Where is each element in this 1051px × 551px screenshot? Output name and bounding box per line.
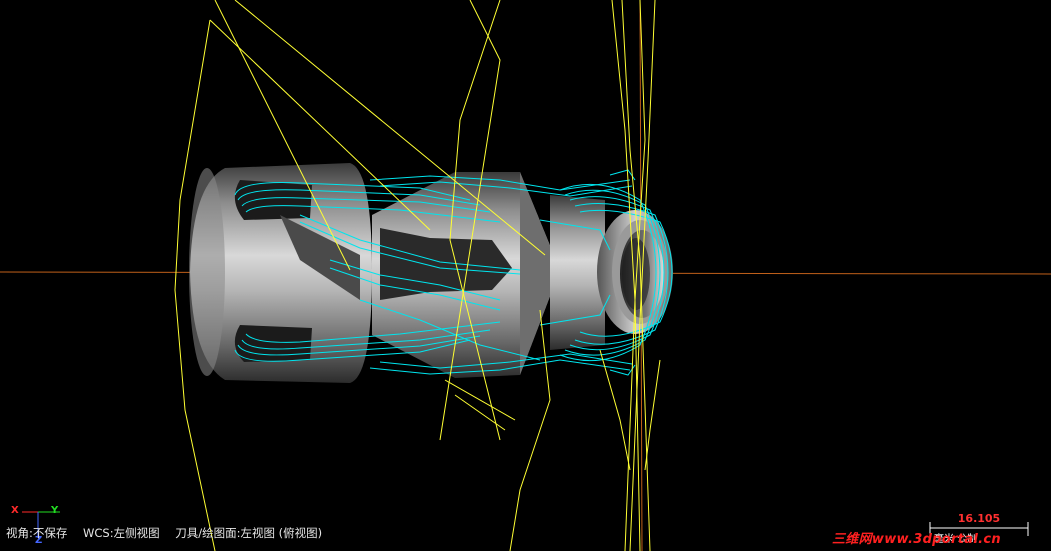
watermark: 三维网www.3dportal.cn [832, 532, 1001, 547]
status-bar: 视角:不保存 WCS:左侧视图 刀具/绘图面:左视图 (俯视图) [6, 525, 334, 543]
scale-value: 16.105 [957, 512, 1001, 525]
status-view[interactable]: 视角:不保存 [6, 526, 67, 540]
graphics-viewport[interactable]: X Y Z 视角:不保存 WCS:左侧视图 刀具/绘图面:左视图 (俯视图) 1… [0, 0, 1051, 551]
3d-scene[interactable] [0, 0, 1051, 551]
axis-y-label: Y [51, 505, 59, 516]
status-tool-plane[interactable]: 刀具/绘图面:左视图 (俯视图) [175, 526, 322, 540]
axis-x-label: X [11, 505, 19, 516]
status-wcs[interactable]: WCS:左侧视图 [83, 526, 160, 540]
